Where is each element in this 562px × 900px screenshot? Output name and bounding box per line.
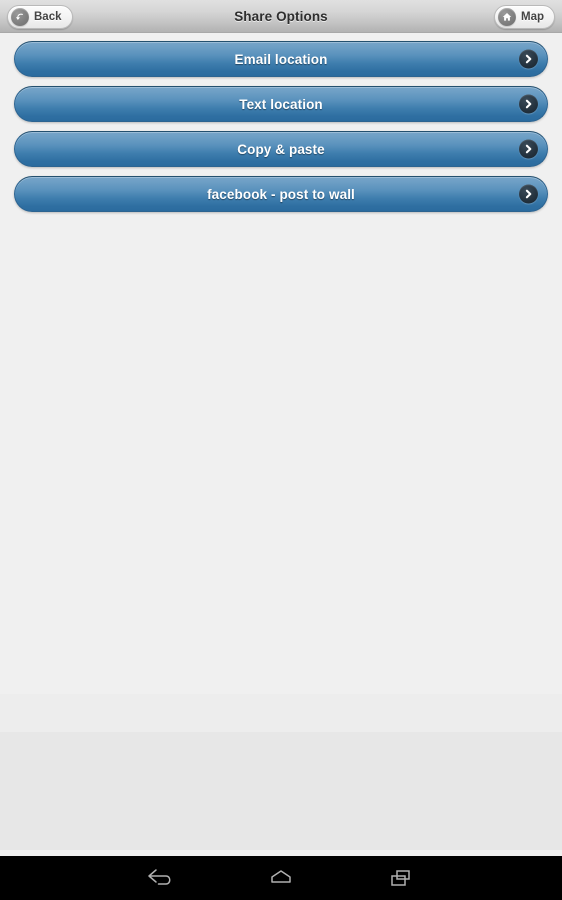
map-button[interactable]: Map <box>494 5 555 29</box>
content-area: Email location Text location Copy & past… <box>0 33 562 856</box>
android-back-icon <box>146 867 176 889</box>
chevron-right-icon <box>519 184 538 204</box>
share-option-label: Text location <box>239 96 323 112</box>
android-recents-icon <box>386 867 416 889</box>
map-button-label: Map <box>521 11 544 23</box>
share-option-email-location[interactable]: Email location <box>14 41 548 77</box>
home-circle-icon <box>498 8 516 26</box>
app-screen: Back Share Options Map Email location Te… <box>0 0 562 900</box>
background-band-lower <box>0 732 562 850</box>
back-arrow-circle-icon <box>11 8 29 26</box>
title-bar: Back Share Options Map <box>0 0 562 33</box>
share-option-label: Email location <box>234 51 328 67</box>
chevron-right-icon <box>519 49 538 69</box>
share-option-label: facebook - post to wall <box>207 186 355 202</box>
back-button[interactable]: Back <box>7 5 73 29</box>
nav-home-button[interactable] <box>221 856 341 900</box>
share-options-list: Email location Text location Copy & past… <box>14 41 548 212</box>
page-title: Share Options <box>234 8 328 24</box>
back-button-label: Back <box>34 11 62 23</box>
share-option-text-location[interactable]: Text location <box>14 86 548 122</box>
chevron-right-icon <box>519 139 538 159</box>
share-option-facebook-post-to-wall[interactable]: facebook - post to wall <box>14 176 548 212</box>
chevron-right-icon <box>519 94 538 114</box>
android-navigation-bar <box>0 856 562 900</box>
share-option-copy-paste[interactable]: Copy & paste <box>14 131 548 167</box>
nav-back-button[interactable] <box>101 856 221 900</box>
nav-recents-button[interactable] <box>341 856 461 900</box>
background-band-upper <box>0 694 562 732</box>
android-home-icon <box>266 867 296 889</box>
share-option-label: Copy & paste <box>237 141 325 157</box>
